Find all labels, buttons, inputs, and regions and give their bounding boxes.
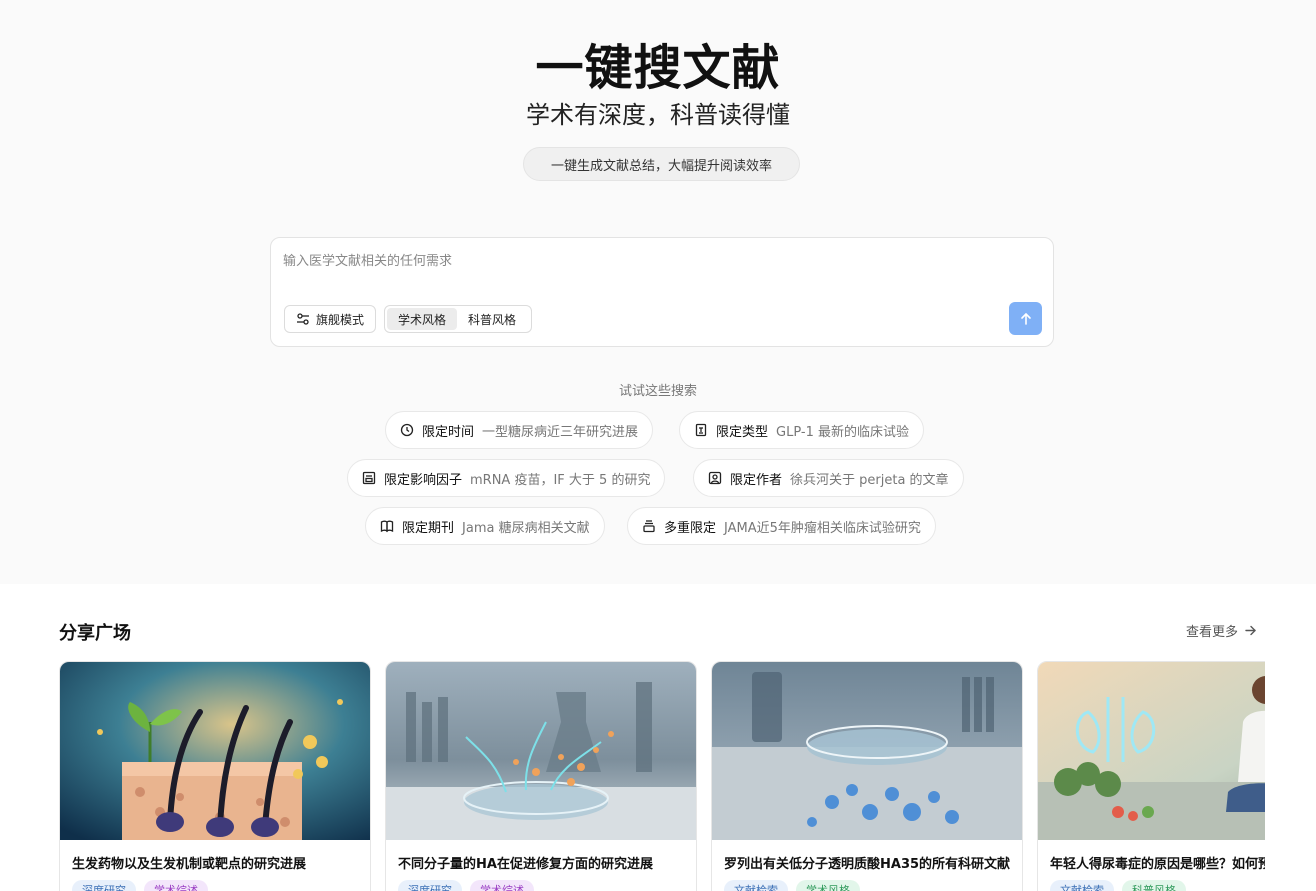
share-cards-carousel: 生发药物以及生发机制或靶点的研究进展 深度研究 学术综述 不同分子量的HA在促进…	[59, 661, 1265, 891]
suggestion-chip-time[interactable]: 限定时间 一型糖尿病近三年研究进展	[385, 411, 654, 449]
page-subtitle: 学术有深度，科普读得懂	[526, 101, 790, 129]
card-image-kidney-health	[1038, 662, 1265, 840]
card-tag: 科普风格	[1122, 880, 1186, 891]
card-tag: 学术综述	[470, 880, 534, 891]
style-toggle: 学术风格 科普风格	[384, 305, 532, 333]
card-tags: 深度研究 学术综述	[398, 880, 534, 891]
sliders-icon	[296, 313, 309, 325]
page-title: 一键搜文献	[535, 40, 781, 96]
impact-factor-icon	[362, 471, 376, 485]
suggestion-chip-author[interactable]: 限定作者 徐兵河关于 perjeta 的文章	[693, 459, 964, 497]
layers-icon	[642, 519, 656, 533]
search-input[interactable]	[283, 250, 983, 272]
card-image-hair-growth	[60, 662, 370, 840]
chip-label: 限定时间	[422, 424, 475, 440]
chip-label: 限定期刊	[402, 520, 455, 536]
chip-label: 限定影响因子	[384, 472, 463, 488]
card-tags: 深度研究 学术综述	[72, 880, 208, 891]
card-tag: 文献检索	[724, 880, 788, 891]
card-title: 不同分子量的HA在促进修复方面的研究进展	[398, 857, 653, 872]
card-tags: 文献检索 科普风格	[1050, 880, 1186, 891]
suggestion-chip-journal[interactable]: 限定期刊 Jama 糖尿病相关文献	[365, 507, 605, 545]
chip-example: GLP-1 最新的临床试验	[776, 424, 909, 440]
chip-example: JAMA近5年肿瘤相关临床试验研究	[724, 520, 921, 536]
card-title: 生发药物以及生发机制或靶点的研究进展	[72, 857, 307, 872]
suggestion-chip-impact-factor[interactable]: 限定影响因子 mRNA 疫苗，IF 大于 5 的研究	[347, 459, 666, 497]
share-card[interactable]: 生发药物以及生发机制或靶点的研究进展 深度研究 学术综述	[59, 661, 371, 891]
academic-style-tab[interactable]: 学术风格	[387, 308, 458, 330]
view-more-label: 查看更多	[1186, 625, 1239, 640]
card-image-lab-petri	[386, 662, 696, 840]
share-card[interactable]: 不同分子量的HA在促进修复方面的研究进展 深度研究 学术综述	[385, 661, 697, 891]
view-more-link[interactable]: 查看更多	[1186, 621, 1257, 640]
card-tags: 文献检索 学术风格	[724, 880, 860, 891]
card-tag: 学术综述	[144, 880, 208, 891]
search-box: 旗舰模式 学术风格 科普风格	[270, 237, 1054, 347]
flagship-mode-label: 旗舰模式	[315, 312, 364, 327]
card-tag: 文献检索	[1050, 880, 1114, 891]
hero-section: 一键搜文献 学术有深度，科普读得懂 一键生成文献总结，大幅提升阅读效率 旗舰模式…	[0, 0, 1316, 584]
card-tag: 学术风格	[796, 880, 860, 891]
popular-style-tab[interactable]: 科普风格	[457, 308, 527, 330]
author-icon	[708, 471, 722, 485]
share-card[interactable]: 年轻人得尿毒症的原因是哪些？如何预防 文献检索 科普风格	[1037, 661, 1265, 891]
chip-example: 一型糖尿病近三年研究进展	[482, 424, 639, 440]
card-title: 罗列出有关低分子透明质酸HA35的所有科研文献	[724, 857, 1011, 872]
chip-label: 限定作者	[730, 472, 783, 488]
share-card[interactable]: 罗列出有关低分子透明质酸HA35的所有科研文献 文献检索 学术风格	[711, 661, 1023, 891]
send-button[interactable]	[1009, 302, 1042, 335]
card-tag: 深度研究	[72, 880, 136, 891]
card-title: 年轻人得尿毒症的原因是哪些？如何预防	[1050, 857, 1265, 872]
chip-example: Jama 糖尿病相关文献	[462, 520, 590, 536]
card-tag: 深度研究	[398, 880, 462, 891]
chip-example: 徐兵河关于 perjeta 的文章	[790, 472, 949, 488]
tagline-badge: 一键生成文献总结，大幅提升阅读效率	[523, 147, 800, 181]
book-icon	[380, 519, 394, 533]
flagship-mode-button[interactable]: 旗舰模式	[284, 305, 376, 333]
suggestion-chip-type[interactable]: 限定类型 GLP-1 最新的临床试验	[679, 411, 924, 449]
suggestions-label: 试试这些搜索	[618, 384, 697, 399]
clock-icon	[400, 423, 414, 437]
arrow-up-icon	[1020, 312, 1031, 325]
share-plaza-title: 分享广场	[59, 623, 131, 644]
document-type-icon	[694, 423, 708, 437]
card-image-hyaluronic-acid	[712, 662, 1022, 840]
chip-example: mRNA 疫苗，IF 大于 5 的研究	[470, 472, 651, 488]
arrow-right-icon	[1245, 625, 1256, 636]
chip-label: 限定类型	[716, 424, 769, 440]
suggestion-chip-multi[interactable]: 多重限定 JAMA近5年肿瘤相关临床试验研究	[627, 507, 936, 545]
chip-label: 多重限定	[664, 520, 717, 536]
